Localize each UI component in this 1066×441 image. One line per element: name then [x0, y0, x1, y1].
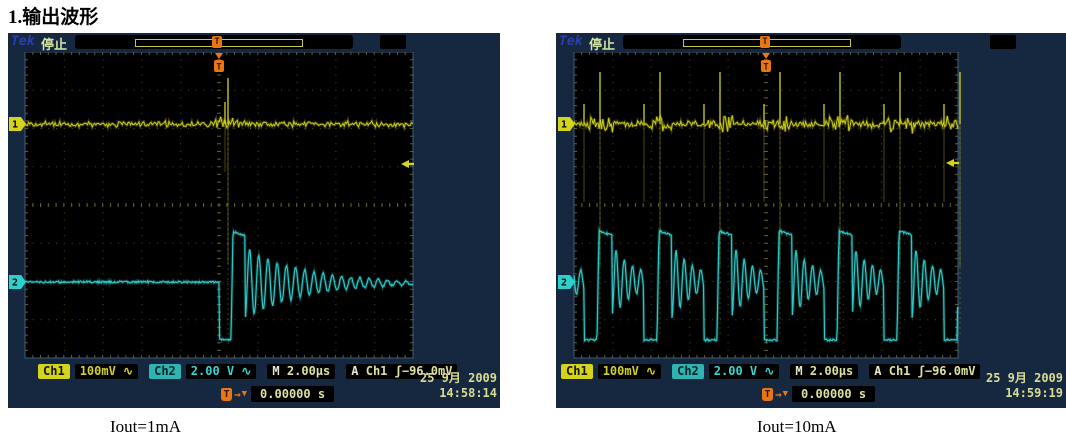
- trigger-delay-icon: T: [762, 388, 773, 401]
- brand-logo: Tek: [11, 34, 34, 49]
- timebase-readout: M 2.00µs: [790, 364, 858, 379]
- svg-text:1: 1: [561, 120, 567, 131]
- time-readout: 14:59:19: [986, 386, 1063, 401]
- svg-text:2: 2: [12, 278, 18, 289]
- top-bar-box: [380, 35, 406, 49]
- trigger-delay-icon: T: [221, 388, 232, 401]
- run-state-label: 停止: [589, 34, 615, 53]
- acquisition-strip: T: [75, 35, 353, 49]
- date-readout: 25 9月 2009: [986, 371, 1063, 386]
- ch1-badge: Ch1: [38, 364, 70, 379]
- svg-text:T: T: [216, 63, 222, 73]
- page-title: 1.输出波形: [8, 2, 98, 29]
- top-bar-box: [990, 35, 1016, 49]
- timebase-value: 2.00µs: [287, 364, 330, 378]
- datetime-readout: 25 9月 2009 14:59:19: [986, 371, 1063, 401]
- svg-text:T: T: [763, 63, 769, 73]
- ch1-scale-readout: 100mV ∿: [598, 364, 661, 379]
- scope-top-bar: Tek 停止 T: [8, 33, 500, 52]
- trigger-source-level: Ch1 ʃ−96.0mV: [889, 364, 976, 378]
- run-state-label: 停止: [41, 34, 67, 53]
- ch2-badge: Ch2: [672, 364, 704, 379]
- ch2-scale-readout: 2.00 V ∿: [186, 364, 257, 379]
- datetime-readout: 25 9月 2009 14:58:14: [420, 371, 497, 401]
- caption-left: Iout=1mA: [110, 417, 181, 437]
- oscilloscope-capture-right: Tek 停止 T T 1 2 Ch1 100mV ∿ Ch2 2.00 V ∿ M …: [556, 33, 1066, 408]
- time-readout: 14:58:14: [420, 386, 497, 401]
- scope-screen: T 1 2: [556, 52, 972, 360]
- oscilloscope-capture-left: Tek 停止 T T 1 2 Ch1 100mV ∿ Ch2 2.00 V ∿ M …: [8, 33, 500, 408]
- scope-screen: T 1 2: [8, 52, 427, 360]
- ch2-scale-readout: 2.00 V ∿: [709, 364, 780, 379]
- scope-top-bar: Tek 停止 T: [556, 33, 1066, 52]
- date-readout: 25 9月 2009: [420, 371, 497, 386]
- main-timebase-label: M: [795, 364, 802, 378]
- ch2-badge: Ch2: [149, 364, 181, 379]
- timebase-value: 2.00µs: [810, 364, 853, 378]
- svg-text:2: 2: [561, 278, 567, 289]
- trigger-mode-label: A: [874, 364, 881, 378]
- trigger-mode-label: A: [351, 364, 358, 378]
- down-triangle-icon: ▼: [783, 389, 788, 399]
- acquisition-strip: T: [623, 35, 901, 49]
- main-timebase-label: M: [272, 364, 279, 378]
- trigger-position-icon: T: [212, 36, 222, 48]
- right-arrow-icon: →: [775, 388, 782, 401]
- delay-readout: 0.00000 s: [251, 386, 334, 402]
- timebase-readout: M 2.00µs: [267, 364, 335, 379]
- ch1-scale-readout: 100mV ∿: [75, 364, 138, 379]
- trigger-position-icon: T: [760, 36, 770, 48]
- document-page: 1.输出波形 Tek 停止 T T 1 2 Ch1 100mV ∿ Ch2 2.00…: [0, 0, 1066, 441]
- down-triangle-icon: ▼: [242, 389, 247, 399]
- svg-text:1: 1: [12, 120, 18, 131]
- delay-readout: 0.00000 s: [792, 386, 875, 402]
- right-arrow-icon: →: [234, 388, 241, 401]
- brand-logo: Tek: [559, 34, 582, 49]
- ch1-badge: Ch1: [561, 364, 593, 379]
- caption-right: Iout=10mA: [757, 417, 836, 437]
- trigger-readout: A Ch1 ʃ−96.0mV: [869, 364, 980, 379]
